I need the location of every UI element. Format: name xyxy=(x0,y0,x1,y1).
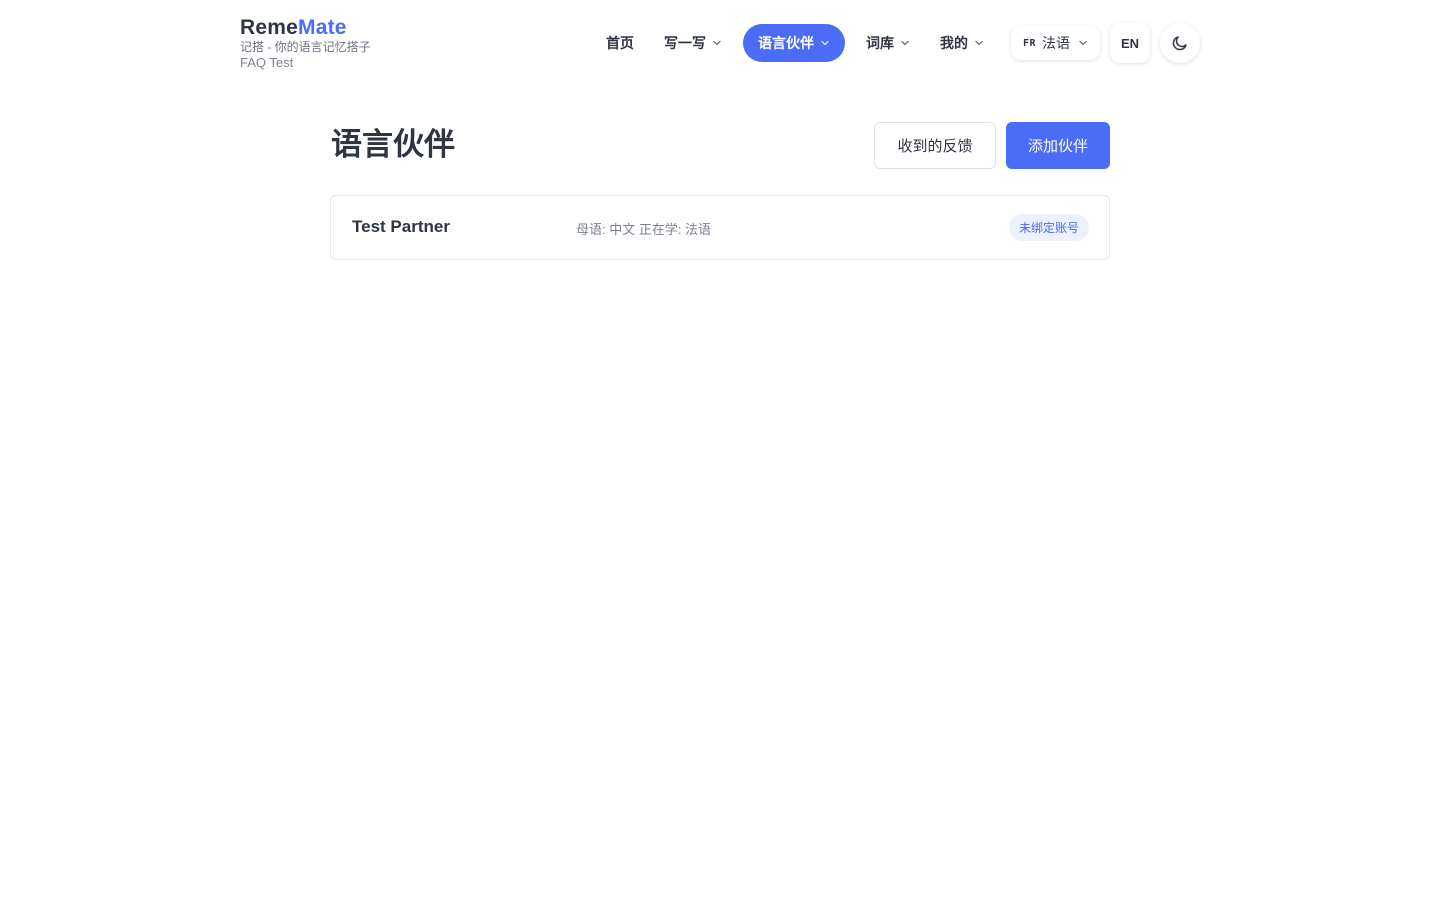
page-title: 语言伙伴 xyxy=(331,127,455,162)
brand-name-part1: Reme xyxy=(240,16,298,39)
partner-name: Test Partner xyxy=(352,217,450,236)
learning-language-select[interactable]: FR 法语 xyxy=(1010,26,1100,60)
theme-toggle-button[interactable] xyxy=(1160,23,1200,63)
add-partner-button[interactable]: 添加伙伴 xyxy=(1006,122,1110,169)
chevron-down-icon xyxy=(974,38,984,48)
partner-languages: 母语: 中文 正在学: 法语 xyxy=(576,222,712,237)
nav-vocab-label: 词库 xyxy=(865,35,894,51)
nav-write-label: 写一写 xyxy=(663,35,706,51)
chevron-down-icon xyxy=(712,38,722,48)
nav-write[interactable]: 写一写 xyxy=(649,24,737,62)
chevron-down-icon xyxy=(900,38,910,48)
nav-vocab[interactable]: 词库 xyxy=(851,24,925,62)
nav-mine-label: 我的 xyxy=(939,35,968,51)
top-header: RemeMate 记搭 - 你的语言记忆搭子 FAQ Test 首页 写一写 语… xyxy=(240,16,1200,72)
brand-subtitle: FAQ Test xyxy=(240,55,294,70)
nav-home-label: 首页 xyxy=(605,35,634,51)
chevron-down-icon xyxy=(1078,38,1088,48)
chevron-down-icon xyxy=(820,38,830,48)
nav-home[interactable]: 首页 xyxy=(591,24,649,62)
unbound-account-badge: 未绑定账号 xyxy=(1008,214,1089,241)
learning-language-code: FR xyxy=(1022,37,1036,49)
brand-name-part2: Mate xyxy=(298,16,347,39)
brand-tagline: 记搭 - 你的语言记忆搭子 xyxy=(240,40,371,54)
received-feedback-button[interactable]: 收到的反馈 xyxy=(874,122,996,169)
nav-partners-label: 语言伙伴 xyxy=(757,35,814,51)
main-nav: 首页 写一写 语言伙伴 词库 我的 FR 法语 EN xyxy=(591,23,1200,63)
brand[interactable]: RemeMate 记搭 - 你的语言记忆搭子 FAQ Test xyxy=(240,16,371,70)
ui-language-button[interactable]: EN xyxy=(1110,23,1150,63)
moon-icon xyxy=(1171,34,1189,52)
nav-mine[interactable]: 我的 xyxy=(925,24,999,62)
brand-logo[interactable]: RemeMate xyxy=(240,16,371,40)
partner-card[interactable]: Test Partner 母语: 中文 正在学: 法语 未绑定账号 xyxy=(330,195,1110,260)
nav-partners[interactable]: 语言伙伴 xyxy=(742,24,845,62)
learning-language-label: 法语 xyxy=(1042,35,1070,51)
